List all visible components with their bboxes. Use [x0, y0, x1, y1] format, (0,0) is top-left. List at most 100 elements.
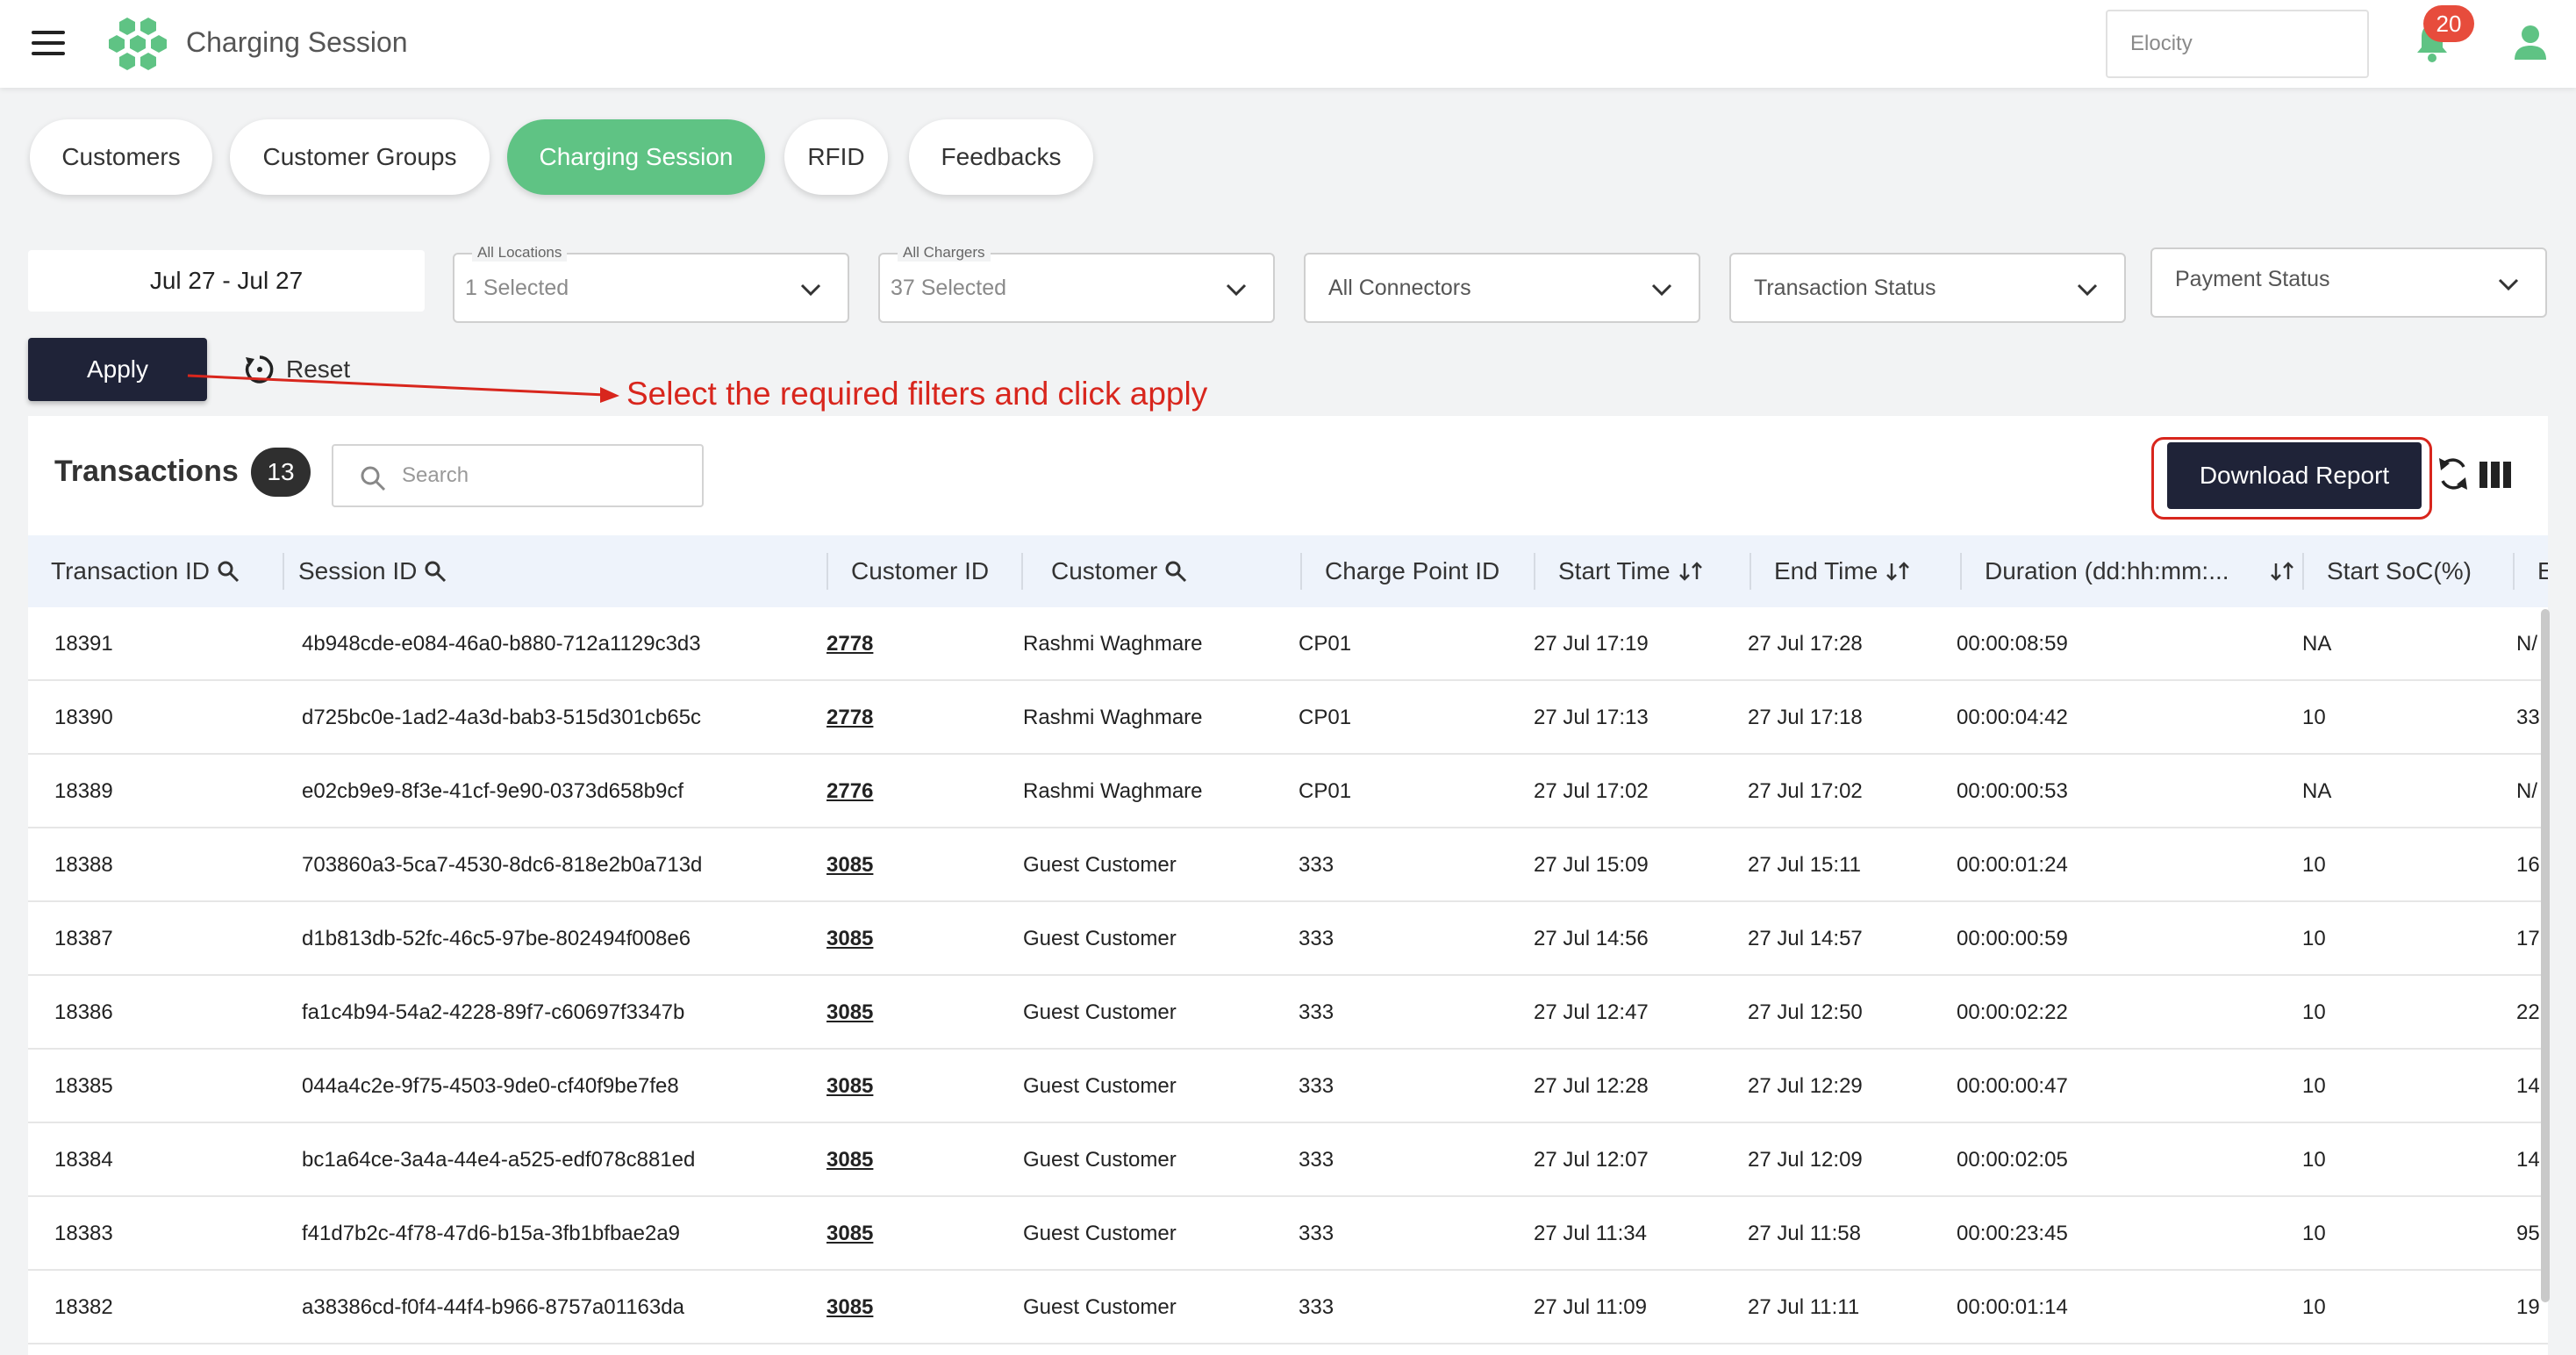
cell-customer-id[interactable]: 3085: [826, 976, 873, 1050]
search-icon[interactable]: [217, 560, 240, 583]
cell-session-id: a38386cd-f0f4-44f4-b966-8757a01163da: [302, 1295, 684, 1319]
cell-customer-id[interactable]: 3085: [826, 828, 873, 902]
cell-end-time: 27 Jul 17:02: [1748, 779, 1863, 803]
cell-customer-id[interactable]: 2778: [826, 607, 873, 681]
sort-icon[interactable]: [2269, 560, 2295, 583]
cell-session-id: 703860a3-5ca7-4530-8dc6-818e2b0a713d: [302, 853, 703, 877]
column-header-session-id[interactable]: Session ID: [298, 535, 828, 607]
sort-icon[interactable]: [1885, 560, 1911, 583]
sort-icon[interactable]: [1678, 560, 1704, 583]
cell-end-soc: N/: [2516, 779, 2537, 803]
column-header-customer-id[interactable]: Customer ID: [851, 535, 1023, 607]
column-header-transaction-id[interactable]: Transaction ID: [51, 535, 284, 607]
cell-charge-point-id: 333: [1299, 927, 1335, 950]
chevron-down-icon: [2077, 283, 2098, 297]
table-row[interactable]: 18389 e02cb9e9-8f3e-41cf-9e90-0373d658b9c…: [28, 755, 2548, 828]
cell-charge-point-id: 333: [1299, 1148, 1335, 1172]
cell-customer-id[interactable]: 2778: [826, 681, 873, 755]
table-row[interactable]: 18385 044a4c2e-9f75-4503-9de0-cf40f9be7fe…: [28, 1050, 2548, 1123]
table-row[interactable]: 18386 fa1c4b94-54a2-4228-89f7-c60697f3347…: [28, 976, 2548, 1050]
table-row[interactable]: 18382 a38386cd-f0f4-44f4-b966-8757a01163d…: [28, 1271, 2548, 1344]
cell-end-time: 27 Jul 11:58: [1748, 1222, 1861, 1245]
cell-end-soc: 17: [2516, 927, 2540, 950]
cell-customer-name: Guest Customer: [1023, 1000, 1177, 1024]
cell-start-time: 27 Jul 12:07: [1534, 1148, 1649, 1172]
column-header-customer[interactable]: Customer: [1051, 535, 1302, 607]
cell-start-soc: 10: [2302, 1295, 2326, 1319]
table-row[interactable]: 18391 4b948cde-e084-46a0-b880-712a1129c3d…: [28, 607, 2548, 681]
cell-customer-name: Guest Customer: [1023, 1295, 1177, 1319]
table-row[interactable]: 18388 703860a3-5ca7-4530-8dc6-818e2b0a713…: [28, 828, 2548, 902]
cell-end-soc: 95: [2516, 1222, 2540, 1245]
cell-duration: 00:00:00:53: [1957, 779, 2068, 803]
cell-start-time: 27 Jul 12:47: [1534, 1000, 1649, 1024]
refresh-icon[interactable]: [2436, 455, 2471, 493]
chargers-select[interactable]: All Chargers 37 Selected: [878, 244, 1275, 323]
table-scrollbar[interactable]: [2541, 609, 2550, 1302]
tab-feedbacks[interactable]: Feedbacks: [909, 119, 1093, 195]
search-input[interactable]: [402, 458, 683, 493]
cell-start-soc: 10: [2302, 1000, 2326, 1024]
payment-status-select[interactable]: Payment Status: [2150, 247, 2547, 318]
chevron-down-icon: [1226, 283, 1247, 297]
cell-end-soc: 14: [2516, 1148, 2540, 1172]
columns-icon[interactable]: [2479, 462, 2511, 488]
cell-customer-id[interactable]: 3085: [826, 1123, 873, 1197]
cell-charge-point-id: 333: [1299, 1295, 1335, 1319]
cell-transaction-id: 18386: [54, 1000, 113, 1024]
cell-duration: 00:00:23:45: [1957, 1222, 2068, 1245]
cell-transaction-id: 18382: [54, 1295, 113, 1319]
cell-customer-id[interactable]: 2776: [826, 755, 873, 828]
connectors-select[interactable]: All Connectors: [1304, 253, 1700, 323]
payment-status-value: Payment Status: [2175, 267, 2330, 291]
cell-duration: 00:00:00:59: [1957, 927, 2068, 950]
table-row[interactable]: 18383 f41d7b2c-4f78-47d6-b15a-3fb1bfbae2a…: [28, 1197, 2548, 1271]
cell-end-time: 27 Jul 15:11: [1748, 853, 1861, 877]
cell-transaction-id: 18389: [54, 779, 113, 803]
cell-customer-name: Rashmi Waghmare: [1023, 706, 1203, 729]
annotation-text: Select the required filters and click ap…: [626, 376, 1208, 412]
table-row[interactable]: 18384 bc1a64ce-3a4a-44e4-a525-edf078c881e…: [28, 1123, 2548, 1197]
cell-session-id: d1b813db-52fc-46c5-97be-802494f008e6: [302, 927, 691, 950]
cell-start-soc: 10: [2302, 853, 2326, 877]
column-header-charge-point-id[interactable]: Charge Point ID: [1325, 535, 1535, 607]
table-row[interactable]: 18387 d1b813db-52fc-46c5-97be-802494f008e…: [28, 902, 2548, 976]
cell-end-time: 27 Jul 17:28: [1748, 632, 1863, 656]
organization-select[interactable]: Elocity: [2106, 10, 2369, 78]
download-report-button[interactable]: Download Report: [2167, 442, 2422, 509]
cell-end-soc: 14: [2516, 1074, 2540, 1098]
cell-end-time: 27 Jul 14:57: [1748, 927, 1863, 950]
cell-start-time: 27 Jul 17:19: [1534, 632, 1649, 656]
table-header: Transaction ID Session ID Customer ID Cu…: [28, 535, 2548, 607]
cell-customer-id[interactable]: 3085: [826, 1271, 873, 1344]
cell-customer-name: Guest Customer: [1023, 1148, 1177, 1172]
cell-start-time: 27 Jul 12:28: [1534, 1074, 1649, 1098]
annotation-arrow: [187, 374, 619, 403]
column-header-start-time[interactable]: Start Time: [1558, 535, 1751, 607]
search-icon[interactable]: [1164, 560, 1187, 583]
cell-start-soc: 10: [2302, 1148, 2326, 1172]
cell-session-id: f41d7b2c-4f78-47d6-b15a-3fb1bfbae2a9: [302, 1222, 681, 1245]
notification-badge: 20: [2423, 5, 2474, 42]
cell-customer-id[interactable]: 3085: [826, 1050, 873, 1123]
cell-start-time: 27 Jul 11:34: [1534, 1222, 1647, 1245]
cell-start-time: 27 Jul 14:56: [1534, 927, 1649, 950]
user-icon[interactable]: [2513, 25, 2548, 61]
cell-customer-name: Guest Customer: [1023, 1074, 1177, 1098]
cell-session-id: 044a4c2e-9f75-4503-9de0-cf40f9be7fe8: [302, 1074, 679, 1098]
transaction-status-select[interactable]: Transaction Status: [1729, 253, 2126, 323]
search-icon[interactable]: [424, 560, 447, 583]
cell-customer-id[interactable]: 3085: [826, 902, 873, 976]
cell-duration: 00:00:01:14: [1957, 1295, 2068, 1319]
cell-transaction-id: 18384: [54, 1148, 113, 1172]
cell-session-id: d725bc0e-1ad2-4a3d-bab3-515d301cb65c: [302, 706, 702, 729]
column-header-start-soc[interactable]: Start SoC(%): [2327, 535, 2515, 607]
search-box[interactable]: [332, 444, 704, 507]
tab-rfid[interactable]: RFID: [784, 119, 888, 195]
cell-customer-name: Guest Customer: [1023, 1222, 1177, 1245]
cell-customer-id[interactable]: 3085: [826, 1197, 873, 1271]
column-header-duration[interactable]: Duration (dd:hh:mm:...: [1985, 535, 2304, 607]
column-header-end-time[interactable]: End Time: [1774, 535, 1962, 607]
column-header-end-soc[interactable]: End: [2537, 535, 2548, 607]
table-row[interactable]: 18390 d725bc0e-1ad2-4a3d-bab3-515d301cb65…: [28, 681, 2548, 755]
